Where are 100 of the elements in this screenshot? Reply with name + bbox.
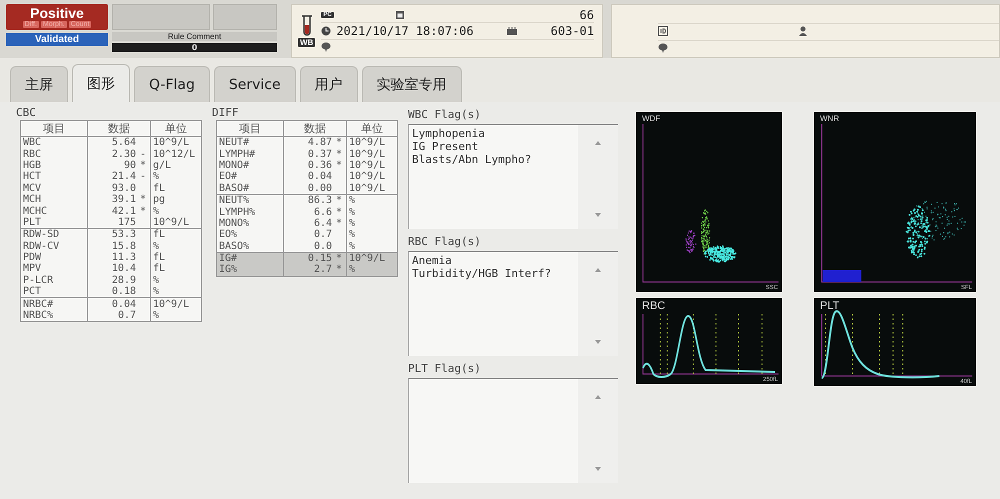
table-cell: 39.1: [88, 194, 138, 206]
table-cell: 2.30: [88, 148, 138, 160]
table-cell: NEUT%: [216, 194, 284, 206]
table-cell: 28.9: [88, 274, 138, 286]
test-tube-icon: [300, 15, 313, 37]
tab[interactable]: 图形: [72, 64, 130, 102]
comment-icon: [321, 42, 332, 52]
table-cell: EO#: [216, 171, 284, 183]
column-header: 项目: [216, 120, 284, 136]
column-header: 单位: [346, 120, 398, 136]
table-cell: MONO%: [216, 218, 284, 230]
table-cell: MCV: [20, 182, 88, 194]
flag-message: Turbidity/HGB Interf?: [412, 267, 552, 280]
tab[interactable]: 用户: [300, 66, 358, 102]
flag-mark: -: [140, 171, 146, 182]
table-cell: BASO%: [216, 240, 284, 252]
person-icon: [798, 26, 808, 36]
table-cell: fL: [150, 182, 202, 194]
flag-mark: *: [140, 206, 146, 217]
table-cell: 0.7: [88, 310, 138, 322]
comment-icon: [658, 42, 668, 52]
table-cell: RDW-CV: [20, 240, 88, 252]
table-cell: IG#: [216, 252, 284, 264]
table-cell: %: [346, 229, 398, 241]
table-cell: 86.3: [284, 194, 334, 206]
rack-position: 603-01: [550, 24, 594, 38]
tab[interactable]: 实验室专用: [362, 66, 462, 102]
table-cell: RDW-SD: [20, 228, 88, 241]
table-cell: 0.18: [88, 286, 138, 298]
scroll-down-icon: [595, 213, 601, 217]
table-cell: MONO#: [216, 160, 284, 172]
flag-mark: *: [336, 148, 342, 160]
table-cell: pg: [150, 194, 202, 206]
plot-title: WDF: [642, 114, 660, 123]
table-cell: 6.6: [284, 206, 334, 218]
plot-title: RBC: [642, 300, 666, 312]
table-cell: PCT: [20, 286, 88, 298]
clock-icon: [321, 26, 332, 36]
table-cell: HGB: [20, 160, 88, 172]
flag-list-title: WBC Flag(s): [408, 107, 482, 123]
table-cell: 15.8: [88, 240, 138, 252]
table-cell: LYMPH#: [216, 148, 284, 160]
sample-number: 66: [580, 8, 594, 22]
table-cell: MPV: [20, 263, 88, 275]
table-cell: 0.04: [88, 298, 138, 310]
table-cell: NEUT#: [216, 136, 284, 148]
table-cell: 10.4: [88, 263, 138, 275]
sample-datetime: 2021/10/17 18:07:06: [336, 24, 474, 38]
table-cell: 21.4: [88, 171, 138, 183]
table-cell: g/L: [150, 160, 202, 172]
id-card-icon: [658, 26, 668, 36]
table-cell: P-LCR: [20, 274, 88, 286]
flag-list-title: PLT Flag(s): [408, 361, 482, 377]
flag-message: IG Present: [412, 140, 480, 153]
table-cell: 11.3: [88, 252, 138, 264]
calendar-icon: [395, 10, 406, 20]
table-cell: 0.36: [284, 160, 334, 172]
table-cell: 10^9/L: [346, 171, 398, 183]
table-cell: %: [150, 240, 202, 252]
table-cell: PDW: [20, 252, 88, 264]
table-cell: %: [150, 310, 202, 322]
scroll-down-icon: [595, 340, 601, 344]
table-cell: %: [346, 194, 398, 206]
table-cell: 0.15: [284, 252, 334, 264]
table-cell: 10^9/L: [346, 136, 398, 148]
validation-status: Validated: [6, 33, 108, 46]
table-cell: 93.0: [88, 182, 138, 194]
scroll-down-icon: [595, 467, 601, 471]
rack-icon: [507, 26, 518, 36]
table-cell: MCH: [20, 194, 88, 206]
table-cell: BASO#: [216, 182, 284, 194]
flag-mark: -: [140, 148, 146, 160]
table-cell: %: [346, 264, 398, 276]
plot-title: WNR: [820, 114, 840, 123]
plot-title: PLT: [820, 300, 840, 312]
table-cell: 5.64: [88, 136, 138, 148]
tab[interactable]: Service: [214, 66, 296, 102]
column-header: 数据: [284, 120, 346, 136]
table-cell: %: [346, 206, 398, 218]
tab[interactable]: 主屏: [10, 66, 68, 102]
table-cell: RBC: [20, 148, 88, 160]
table-cell: 4.87: [284, 136, 334, 148]
tab[interactable]: Q-Flag: [134, 66, 210, 102]
table-cell: LYMPH%: [216, 206, 284, 218]
table-cell: 10^9/L: [346, 148, 398, 160]
table-cell: 42.1: [88, 205, 138, 217]
table-cell: 0.04: [284, 171, 334, 183]
table-cell: 10^9/L: [150, 216, 202, 229]
empty-panel: [212, 4, 277, 30]
flag-mark: *: [336, 206, 342, 218]
table-cell: 0.37: [284, 148, 334, 160]
table-cell: %: [150, 286, 202, 298]
column-header: 数据: [88, 120, 150, 136]
table-cell: %: [150, 171, 202, 183]
flag-message: Anemia: [412, 254, 453, 267]
flag-mark: *: [336, 253, 342, 264]
table-cell: %: [346, 218, 398, 230]
table-cell: 2.7: [284, 264, 334, 276]
flag-mark: *: [140, 160, 146, 171]
table-cell: EO%: [216, 229, 284, 241]
